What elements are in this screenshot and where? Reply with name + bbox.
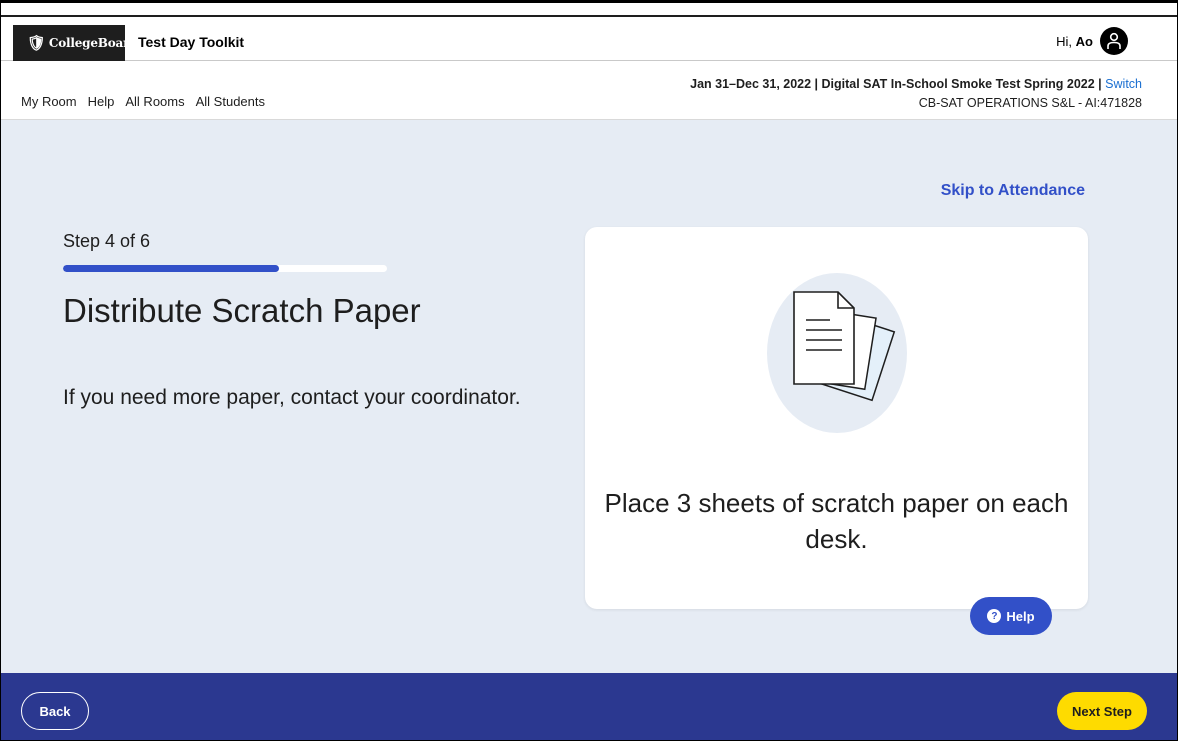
nav-help[interactable]: Help — [88, 94, 115, 109]
app-window: 🛡︎ CollegeBoard Test Day Toolkit Hi, Ao … — [0, 0, 1178, 741]
card-instruction-text: Place 3 sheets of scratch paper on each … — [604, 488, 1069, 554]
app-title: Test Day Toolkit — [138, 34, 245, 50]
main-nav: My Room Help All Rooms All Students — [21, 94, 265, 109]
nav-bar: My Room Help All Rooms All Students Jan … — [1, 63, 1177, 120]
org-line: CB-SAT OPERATIONS S&L - AI:471828 — [918, 96, 1142, 110]
skip-to-attendance-link[interactable]: Skip to Attendance — [941, 182, 1085, 200]
step-progress-bar — [63, 265, 387, 272]
main-content: Skip to Attendance Step 4 of 6 Distribut… — [1, 120, 1177, 673]
footer-bar: Back Next Step — [1, 673, 1177, 740]
acorn-shield-icon: 🛡︎ — [27, 34, 46, 52]
user-icon — [1107, 32, 1121, 49]
brand-label: CollegeBoard — [48, 36, 138, 50]
question-circle-icon: ? — [987, 609, 1002, 623]
collegeboard-logo[interactable]: 🛡︎ CollegeBoard — [13, 25, 138, 61]
help-button[interactable]: ? Help — [970, 597, 1052, 635]
step-progress-fill — [63, 265, 280, 272]
nav-all-students[interactable]: All Students — [196, 94, 265, 109]
top-bar: 🛡︎ CollegeBoard Test Day Toolkit Hi, Ao — [1, 15, 1177, 61]
switch-event-link[interactable]: Switch — [1105, 77, 1142, 91]
help-button-label: Help — [1006, 608, 1035, 624]
instruction-card: Place 3 sheets of scratch paper on each … — [585, 227, 1088, 609]
step-indicator: Step 4 of 6 — [63, 231, 151, 251]
nav-all-rooms[interactable]: All Rooms — [125, 94, 184, 109]
event-info: Jan 31–Dec 31, 2022 | Digital SAT In-Sch… — [690, 75, 1142, 113]
next-step-button[interactable]: Next Step — [1057, 692, 1147, 730]
event-line: Jan 31–Dec 31, 2022 | Digital SAT In-Sch… — [690, 77, 1102, 91]
page-title: Distribute Scratch Paper — [63, 292, 421, 329]
back-button[interactable]: Back — [21, 692, 89, 730]
greeting-prefix: Hi, — [1056, 34, 1073, 49]
instruction-text: If you need more paper, contact your coo… — [63, 386, 521, 409]
scratch-paper-illustration — [767, 273, 907, 433]
account-avatar[interactable] — [1100, 27, 1128, 55]
user-name: Ao — [1075, 34, 1093, 49]
user-greeting: Hi, Ao — [1056, 34, 1093, 49]
nav-my-room[interactable]: My Room — [21, 94, 77, 109]
